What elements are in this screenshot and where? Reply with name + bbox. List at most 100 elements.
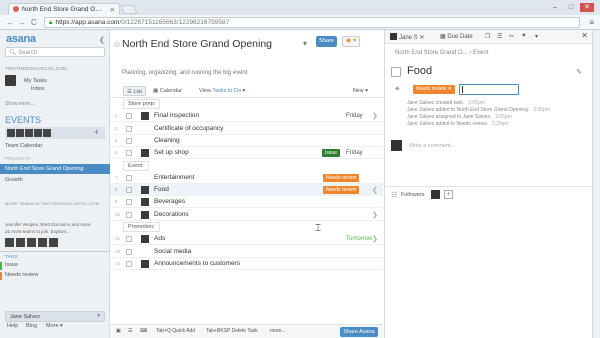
new-tab-button[interactable] [120,5,138,14]
workspace-name[interactable]: TWOTREESOLVECOL.COM [5,66,67,71]
inbox-link[interactable]: Inbox [31,86,44,92]
team-avatar[interactable] [5,238,14,247]
task-name[interactable]: Decorations [154,211,189,218]
team-avatar[interactable] [27,238,36,247]
project-menu-chevron-icon[interactable]: ▾ [303,39,307,48]
task-row[interactable]: 5 Set up shop Issue Friday [110,147,383,160]
member-avatar[interactable] [16,129,24,137]
more-link[interactable]: More ▾ [46,323,63,329]
tag-icon[interactable]: ❒ [485,33,490,40]
assignee-avatar[interactable] [141,186,149,195]
attach-icon[interactable]: ✂ [509,33,514,40]
open-task-chevron-icon[interactable]: ❮ [372,186,378,194]
task-checkbox[interactable] [126,187,132,194]
task-row[interactable]: 9 Beverages [110,196,383,209]
task-name-field[interactable]: Food [407,65,432,77]
task-tag[interactable]: Issue [322,149,340,158]
task-checkbox[interactable] [126,260,132,267]
task-checkbox[interactable] [126,150,132,157]
asana-logo[interactable]: asana [6,33,36,45]
task-row[interactable]: 2 Final inspection Friday ❯ [110,110,383,123]
task-name[interactable]: Beverages [154,198,185,205]
view-filter[interactable]: View Tasks to Do ▾ [196,86,248,96]
due-date-button[interactable]: ▦ Due Date [440,33,473,40]
project-description[interactable]: Planning, organizing, and running the bi… [122,70,247,76]
task-name[interactable]: Social media [154,248,191,255]
task-row[interactable]: 13 Social media [110,246,383,258]
task-name[interactable]: Certificate of occupancy [154,125,223,132]
task-row[interactable]: 12 Ads Tomorrow ❯ [110,233,383,246]
task-checkbox[interactable] [126,125,132,132]
assignee-avatar[interactable] [141,259,149,268]
add-follower-button[interactable]: + [444,190,453,199]
events-title[interactable]: EVENTS [5,115,41,125]
task-row[interactable]: 3 Certificate of occupancy [110,123,383,135]
due-date[interactable]: Friday [346,150,363,156]
bottom-icon[interactable]: ▣ [116,328,121,334]
maximize-button[interactable]: □ [564,3,578,12]
heart-icon[interactable]: ♥ [522,33,526,39]
help-link[interactable]: Help [7,323,18,329]
breadcrumb[interactable]: North End Store Grand O... › Event [395,50,488,56]
task-checkbox[interactable] [126,236,132,243]
close-pane-icon[interactable]: ✕ [581,31,588,40]
add-member-icon[interactable]: + [94,127,99,137]
forward-arrow-icon[interactable]: → [18,18,26,27]
tab-calendar[interactable]: ▦ Calendar [150,86,185,96]
open-task-chevron-icon[interactable]: ❯ [372,235,378,243]
task-tag[interactable]: Needs review [323,186,360,195]
task-name[interactable]: Final inspection [154,112,199,119]
sidebar-tag-needs-review[interactable]: Needs review [5,272,38,278]
task-checkbox[interactable] [126,137,132,144]
sidebar-item-growth[interactable]: Growth [5,177,23,183]
more-options-icon[interactable]: ▾ [535,33,538,40]
team-calendar-link[interactable]: Team Calendar [5,143,42,149]
section-header[interactable]: Event: [123,160,149,171]
due-date[interactable]: Friday [346,113,363,119]
search-input[interactable]: 🔍︎ Search [5,47,105,57]
star-icon[interactable]: ☆ [113,39,121,50]
task-name[interactable]: Cleaning [154,137,180,144]
browser-menu-icon[interactable]: ≡ [589,18,594,27]
task-checkbox[interactable] [126,113,132,120]
sidebar-item-active-project[interactable]: North End Store Grand Opening [0,164,110,174]
section-header[interactable]: Promotion: [123,222,160,232]
open-task-chevron-icon[interactable]: ❯ [372,211,378,219]
task-checkbox[interactable] [126,174,132,181]
url-input[interactable]: 🔒︎ https://app.asana.com/0/12267151165663… [44,17,580,28]
rss-button[interactable]: ◉ ▾ [342,36,360,47]
user-menu[interactable]: Jane Salvez ▾ [5,311,105,322]
section-header[interactable]: Store prep: [123,99,161,109]
team-avatar[interactable] [38,238,47,247]
assignee-avatar[interactable] [141,210,149,219]
needs-review-tag[interactable]: Needs review ✕ [413,85,455,94]
subtask-icon[interactable]: ☰ [497,33,502,40]
team-avatar[interactable] [16,238,25,247]
assignee-avatar[interactable] [141,198,149,207]
keyboard-icon[interactable]: ⌨ [140,328,147,334]
reload-icon[interactable]: C [31,18,37,27]
member-avatar[interactable] [25,129,33,137]
member-avatar[interactable] [43,129,51,137]
browser-tab[interactable]: North End Store Grand O… ✕ [8,3,120,15]
more-shortcuts-link[interactable]: more... [270,328,286,334]
edit-icon[interactable]: ✎ [576,68,582,76]
share-asana-button[interactable]: Share Asana [340,327,378,337]
show-more-link[interactable]: Show more... [5,101,34,107]
tab-close-icon[interactable]: ✕ [110,6,115,14]
tab-list[interactable]: ☰ List [123,86,147,96]
task-checkbox[interactable] [126,211,132,218]
task-tag[interactable]: Needs review [323,173,360,182]
teams-explore-link[interactable]: 21 more teams to join. Explore... [5,229,70,234]
back-arrow-icon[interactable]: ← [6,18,14,27]
my-tasks-link[interactable]: My Tasks [5,75,47,86]
task-row[interactable]: 7 Entertainment Needs review [110,172,383,184]
minimize-button[interactable]: – [548,3,562,12]
assignee-avatar[interactable] [141,149,149,158]
task-row[interactable]: 8 Food Needs review ❮ [110,184,383,197]
bottom-icon[interactable]: ☰ [128,328,132,334]
assignee-avatar[interactable] [141,112,149,121]
comment-box[interactable]: Write a comment... [391,138,587,154]
task-complete-checkbox[interactable] [391,67,401,77]
assignee-avatar[interactable] [141,235,149,244]
